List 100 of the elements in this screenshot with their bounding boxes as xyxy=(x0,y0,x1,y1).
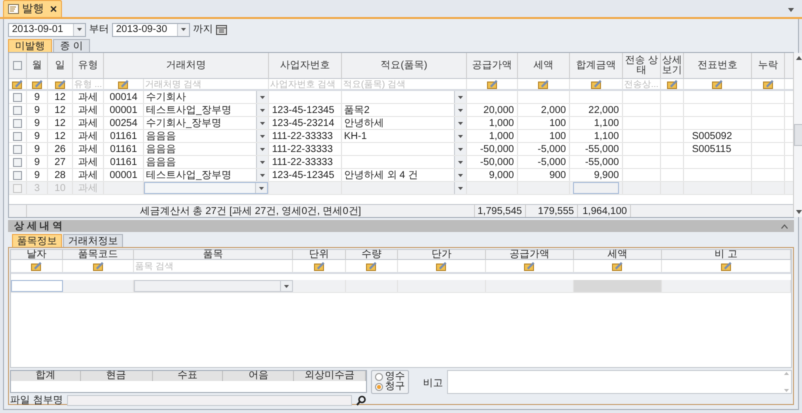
document-tab[interactable]: 발행 × xyxy=(3,0,62,17)
column-header[interactable]: 품목코드 xyxy=(63,250,134,259)
name-combo[interactable]: 음음음 xyxy=(144,143,268,155)
column-header[interactable]: 세액 xyxy=(574,250,662,259)
column-header[interactable]: 적요(품목) xyxy=(342,53,467,78)
edit-icon[interactable] xyxy=(612,261,623,271)
edit-icon[interactable] xyxy=(314,261,324,271)
attachment-field[interactable] xyxy=(66,394,352,406)
column-header[interactable]: 일 xyxy=(48,53,73,78)
name-combo[interactable]: 수기회사_장부명 xyxy=(144,117,268,129)
dropdown-button[interactable] xyxy=(177,24,189,36)
row-checkbox[interactable] xyxy=(13,132,22,140)
dropdown-button[interactable] xyxy=(256,169,268,181)
dropdown-button[interactable] xyxy=(73,24,85,36)
edit-icon[interactable] xyxy=(32,79,42,89)
edit-icon[interactable] xyxy=(92,261,104,271)
column-header[interactable]: 누락 xyxy=(752,53,785,78)
column-header[interactable]: 유형 xyxy=(73,53,104,78)
scroll-up-icon[interactable] xyxy=(796,56,802,60)
dropdown-button[interactable] xyxy=(256,91,268,103)
date-from-field[interactable]: 2013-09-01 xyxy=(8,22,86,36)
date-input-field[interactable] xyxy=(11,280,63,292)
dropdown-button[interactable] xyxy=(454,91,466,103)
column-header[interactable]: 단가 xyxy=(398,250,486,259)
dropdown-button[interactable] xyxy=(454,130,466,142)
memo-combo[interactable]: KH-1 xyxy=(342,130,466,142)
column-header[interactable]: 거래처명 xyxy=(104,53,269,78)
memo-combo[interactable]: 안녕하세 외 4 건 xyxy=(342,169,466,181)
column-header[interactable]: 품목 xyxy=(134,250,293,259)
focused-cell[interactable] xyxy=(573,182,619,194)
column-header[interactable]: 전표번호 xyxy=(684,53,752,78)
row-checkbox[interactable] xyxy=(13,158,22,166)
name-combo[interactable]: 수기회사 xyxy=(144,91,268,103)
column-header[interactable]: 날자 xyxy=(11,250,63,259)
status-tab[interactable]: 종 이 xyxy=(53,39,90,52)
dropdown-button[interactable] xyxy=(454,169,466,181)
dropdown-button[interactable] xyxy=(454,182,466,194)
row-checkbox[interactable] xyxy=(13,118,22,128)
edit-icon[interactable] xyxy=(666,79,678,89)
edit-icon[interactable] xyxy=(486,79,498,89)
filter-field[interactable]: 전송상... xyxy=(623,79,660,89)
edit-icon[interactable] xyxy=(12,79,23,89)
dropdown-button[interactable] xyxy=(454,156,466,168)
column-header[interactable]: 사업자번호 xyxy=(269,53,342,78)
name-combo[interactable]: 테스트사업_장부명 xyxy=(144,169,268,181)
detail-tab[interactable]: 거래처정보 xyxy=(63,234,123,247)
row-checkbox[interactable] xyxy=(13,61,22,70)
column-header[interactable]: 비 고 xyxy=(662,250,791,259)
edit-icon[interactable] xyxy=(524,261,535,271)
edit-icon[interactable] xyxy=(712,79,723,89)
column-header[interactable]: 합계금액 xyxy=(570,53,623,78)
column-header[interactable]: 수량 xyxy=(346,250,398,259)
memo-combo[interactable]: 품목2 xyxy=(342,104,466,116)
dropdown-button[interactable] xyxy=(256,156,268,168)
calendar-icon[interactable] xyxy=(216,24,227,34)
detail-tab[interactable]: 품목정보 xyxy=(12,234,62,247)
name-combo[interactable]: 음음음 xyxy=(144,156,268,168)
column-header[interactable]: 상세 보기 xyxy=(661,53,684,78)
edit-icon[interactable] xyxy=(118,79,129,89)
scroll-thumb[interactable] xyxy=(794,124,802,146)
row-checkbox[interactable] xyxy=(13,92,22,102)
edit-icon[interactable] xyxy=(590,79,602,89)
collapse-icon[interactable] xyxy=(781,224,788,228)
status-tab[interactable]: 미발행 xyxy=(8,39,52,52)
radio-button[interactable] xyxy=(375,373,383,381)
column-header[interactable]: 전송 상태 xyxy=(623,53,661,78)
dropdown-button[interactable] xyxy=(454,104,466,116)
dropdown-button[interactable] xyxy=(256,130,268,142)
dropdown-button[interactable] xyxy=(255,183,267,193)
edit-icon[interactable] xyxy=(762,79,774,89)
close-button[interactable]: × xyxy=(50,3,58,15)
dropdown-button[interactable] xyxy=(256,117,268,129)
dropdown-button[interactable] xyxy=(280,281,292,291)
dropdown-button[interactable] xyxy=(256,104,268,116)
memo-combo[interactable]: 안녕하세 xyxy=(342,117,466,129)
column-header[interactable]: 공급가액 xyxy=(486,250,574,259)
column-header[interactable]: 월 xyxy=(27,53,48,78)
date-to-field[interactable]: 2013-09-30 xyxy=(112,22,190,36)
edit-icon[interactable] xyxy=(366,261,377,271)
row-checkbox[interactable] xyxy=(13,144,22,154)
tab-list-caret-icon[interactable] xyxy=(788,8,794,12)
row-checkbox[interactable] xyxy=(13,184,22,192)
scroll-down-icon[interactable] xyxy=(796,210,802,214)
edit-icon[interactable] xyxy=(31,261,42,271)
name-combo[interactable]: 테스트사업_장부명 xyxy=(144,104,268,116)
edit-icon[interactable] xyxy=(54,79,66,89)
dropdown-button[interactable] xyxy=(454,117,466,129)
row-checkbox[interactable] xyxy=(13,170,22,180)
row-checkbox[interactable] xyxy=(13,106,22,114)
edit-icon[interactable] xyxy=(436,261,447,271)
dropdown-button[interactable] xyxy=(454,143,466,155)
edit-icon[interactable] xyxy=(538,79,549,89)
name-combo[interactable]: 음음음 xyxy=(144,130,268,142)
radio-button[interactable] xyxy=(375,383,383,391)
column-header[interactable]: 단위 xyxy=(293,250,346,259)
column-header[interactable]: 공급가액 xyxy=(467,53,518,78)
filter-field[interactable]: 유형 ... xyxy=(73,79,103,89)
column-header[interactable]: 세액 xyxy=(518,53,570,78)
search-icon[interactable] xyxy=(356,394,367,406)
scrollbar[interactable] xyxy=(793,53,802,217)
